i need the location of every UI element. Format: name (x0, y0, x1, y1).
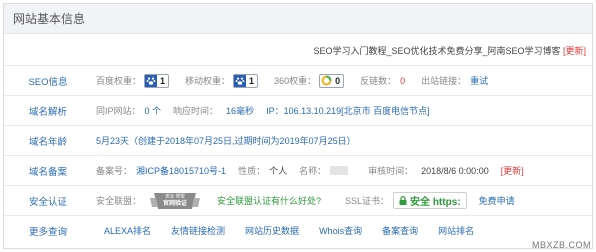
so360-weight-value: 0 (335, 75, 341, 86)
watermark: MBXZB.COM (531, 240, 591, 250)
icp-audit-label: 审核时间： (368, 166, 414, 176)
so360-weight-label: 360权重： (274, 76, 317, 86)
panel-title: 网站基本信息 (4, 4, 592, 34)
mobile-weight-value: 1 (249, 75, 255, 86)
row-content-more: ALEXA排名 友情链接检测 网站历史数据 Whois查询 备案查询 网站排名 (92, 216, 474, 245)
row-content-age: 5月23天（创建于2018年07月25日,过期时间为2019年07月25日） (92, 126, 356, 155)
row-label-seo: SEO信息 (28, 76, 68, 88)
mobile-paw-icon (234, 74, 247, 87)
baidu-weight-label: 百度权重： (96, 76, 142, 86)
baidu-weight-value: 1 (160, 75, 166, 86)
row-age: 域名年龄 5月23天（创建于2018年07月25日,过期时间为2019年07月2… (4, 125, 592, 155)
info-rows: SEO信息 百度权重： 1 移动权重： 1 360权重： 0 反链数： 0 出站… (4, 65, 592, 245)
mobile-weight-badge[interactable]: 1 (233, 73, 259, 88)
outlinks-label: 出站链接： (421, 76, 467, 86)
link-site-rank[interactable]: 网站排名 (438, 224, 474, 237)
row-dns: 域名解析 同IP网站： 0 个 响应时间： 16毫秒 IP： 106.13.10… (4, 95, 592, 125)
site-update-link[interactable]: [更新] (563, 46, 586, 56)
same-ip-label: 同IP网站： (96, 106, 141, 116)
icp-name-redacted (330, 166, 349, 175)
icp-update-link[interactable]: [更新] (501, 164, 524, 177)
alliance-seal-icon[interactable]: 安全·联盟 官网验证 (145, 190, 205, 212)
ssl-badge-text: 安全 https: (410, 197, 461, 208)
backlinks-label: 反链数： (360, 76, 397, 86)
ssl-apply-link[interactable]: 免费申请 (479, 194, 515, 207)
link-icp-query[interactable]: 备案查询 (382, 224, 418, 237)
row-security: 安全认证 安全联盟： 安全·联盟 官网验证 安全联盟认证有什么好处? SSL证书… (4, 185, 592, 215)
ssl-label: SSL证书： (345, 196, 390, 206)
icp-number-label: 备案号： (96, 166, 133, 176)
site-info-panel: 网站基本信息 SEO学习入门教程_SEO优化技术免费分享_阿南SEO学习博客 [… (3, 3, 593, 249)
response-value: 16毫秒 (226, 106, 255, 116)
mobile-weight-label: 移动权重： (185, 76, 231, 86)
alliance-benefit-link[interactable]: 安全联盟认证有什么好处? (217, 194, 321, 207)
baidu-paw-icon (145, 74, 158, 87)
ip-label: IP： (266, 106, 284, 116)
link-alexa[interactable]: ALEXA排名 (104, 224, 151, 237)
row-label-icp: 域名备案 (28, 166, 67, 178)
seal-top-text: 安全·联盟 (165, 192, 185, 199)
row-label-security: 安全认证 (28, 196, 67, 208)
row-icp: 域名备案 备案号： 湘ICP备18015710号-1 性质： 个人 名称： 审核… (4, 155, 592, 185)
row-content-security: 安全联盟： 安全·联盟 官网验证 安全联盟认证有什么好处? SSL证书： 安全 … (92, 186, 515, 215)
backlinks-value[interactable]: 0 (400, 76, 405, 86)
seal-main-text: 官网验证 (163, 199, 187, 207)
link-whois[interactable]: Whois查询 (319, 224, 362, 237)
row-label-age: 域名年龄 (28, 136, 67, 148)
alliance-label: 安全联盟： (96, 196, 142, 206)
row-content-seo: 百度权重： 1 移动权重： 1 360权重： 0 反链数： 0 出站链接： 重试 (92, 66, 488, 95)
row-content-dns: 同IP网站： 0 个 响应时间： 16毫秒 IP： 106.13.10.219[… (92, 96, 430, 125)
site-title: SEO学习入门教程_SEO优化技术免费分享_阿南SEO学习博客 (313, 46, 561, 56)
icp-nature-value: 个人 (269, 166, 288, 176)
row-content-icp: 备案号： 湘ICP备18015710号-1 性质： 个人 名称： 审核时间： 2… (92, 156, 524, 185)
alliance-seal-graphic: 安全·联盟 官网验证 (150, 192, 201, 209)
so360-weight-badge[interactable]: 0 (319, 73, 345, 88)
lock-icon (399, 196, 407, 205)
row-more: 更多查询 ALEXA排名 友情链接检测 网站历史数据 Whois查询 备案查询 … (4, 215, 592, 245)
site-title-line: SEO学习入门教程_SEO优化技术免费分享_阿南SEO学习博客 [更新] (313, 44, 586, 57)
ssl-badge[interactable]: 安全 https: (393, 192, 467, 209)
icp-number-link[interactable]: 湘ICP备18015710号-1 (136, 164, 226, 177)
row-label-more: 更多查询 (28, 226, 67, 238)
response-label: 响应时间： (173, 106, 219, 116)
row-seo: SEO信息 百度权重： 1 移动权重： 1 360权重： 0 反链数： 0 出站… (4, 65, 592, 95)
domain-age-text: 5月23天（创建于2018年07月25日,过期时间为2019年07月25日） (96, 136, 356, 146)
so360-ring-icon (320, 75, 332, 87)
link-friend-links[interactable]: 友情链接检测 (171, 224, 225, 237)
link-history[interactable]: 网站历史数据 (245, 224, 299, 237)
icp-audit-time: 2018/8/6 0:00:00 (421, 165, 489, 176)
icp-name-label: 名称： (299, 166, 327, 176)
ip-value[interactable]: 106.13.10.219[北京市 百度电信节点] (284, 104, 430, 117)
same-ip-value[interactable]: 0 个 (145, 104, 162, 117)
row-label-dns: 域名解析 (28, 106, 67, 118)
icp-nature-label: 性质： (238, 166, 266, 176)
baidu-weight-badge[interactable]: 1 (144, 73, 170, 88)
outlinks-retry-link[interactable]: 重试 (470, 74, 488, 87)
